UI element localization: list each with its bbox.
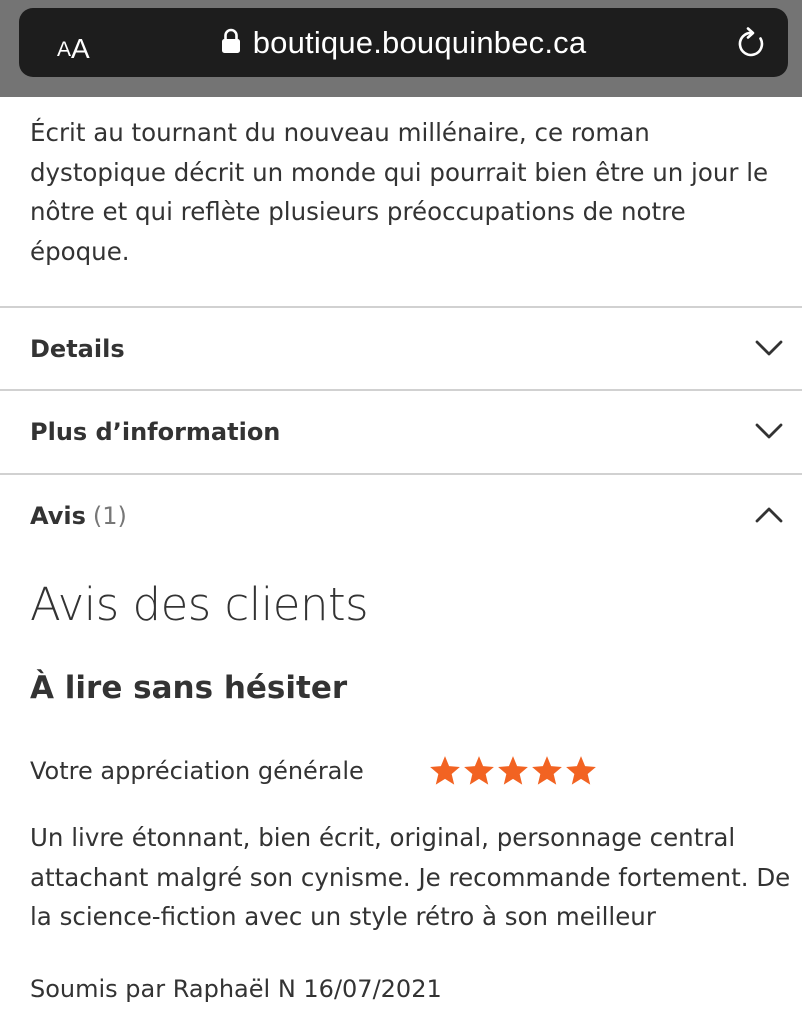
more-info-section-toggle[interactable]: Plus d’information bbox=[0, 391, 802, 473]
chevron-up-icon bbox=[755, 507, 783, 523]
browser-chrome: AA boutique.bouquinbec.ca bbox=[0, 0, 802, 97]
address-bar[interactable]: AA boutique.bouquinbec.ca bbox=[19, 8, 788, 77]
star-icon bbox=[532, 756, 562, 785]
review-title: À lire sans hésiter bbox=[30, 670, 348, 706]
star-icon bbox=[464, 756, 494, 785]
reviews-section-title: Avis (1) bbox=[30, 475, 127, 557]
review-body: Un livre étonnant, bien écrit, original,… bbox=[30, 823, 791, 931]
details-section-title: Details bbox=[30, 335, 125, 363]
review-rating: Votre appréciation générale bbox=[30, 748, 598, 794]
customer-reviews-heading: Avis des clients bbox=[30, 578, 369, 631]
chevron-down-icon bbox=[755, 340, 783, 356]
star-icon bbox=[430, 756, 460, 785]
chevron-down-icon bbox=[755, 423, 783, 439]
more-info-section-title: Plus d’information bbox=[30, 418, 281, 446]
product-description: Écrit au tournant du nouveau millénaire,… bbox=[30, 118, 769, 266]
details-section-toggle[interactable]: Details bbox=[0, 308, 802, 390]
reload-icon[interactable] bbox=[736, 26, 768, 60]
lock-icon bbox=[221, 28, 240, 53]
url-display[interactable]: boutique.bouquinbec.ca bbox=[19, 8, 788, 77]
review-author-date: Soumis par Raphaël N 16/07/2021 bbox=[30, 975, 442, 1003]
star-rating bbox=[428, 754, 598, 788]
reviews-section-label: Avis bbox=[30, 502, 86, 530]
star-icon bbox=[498, 756, 528, 785]
reviews-section-toggle[interactable]: Avis (1) bbox=[0, 475, 802, 557]
reviews-count: (1) bbox=[92, 502, 127, 530]
star-icon bbox=[566, 756, 596, 785]
rating-label: Votre appréciation générale bbox=[30, 757, 364, 785]
url-text: boutique.bouquinbec.ca bbox=[252, 24, 587, 60]
